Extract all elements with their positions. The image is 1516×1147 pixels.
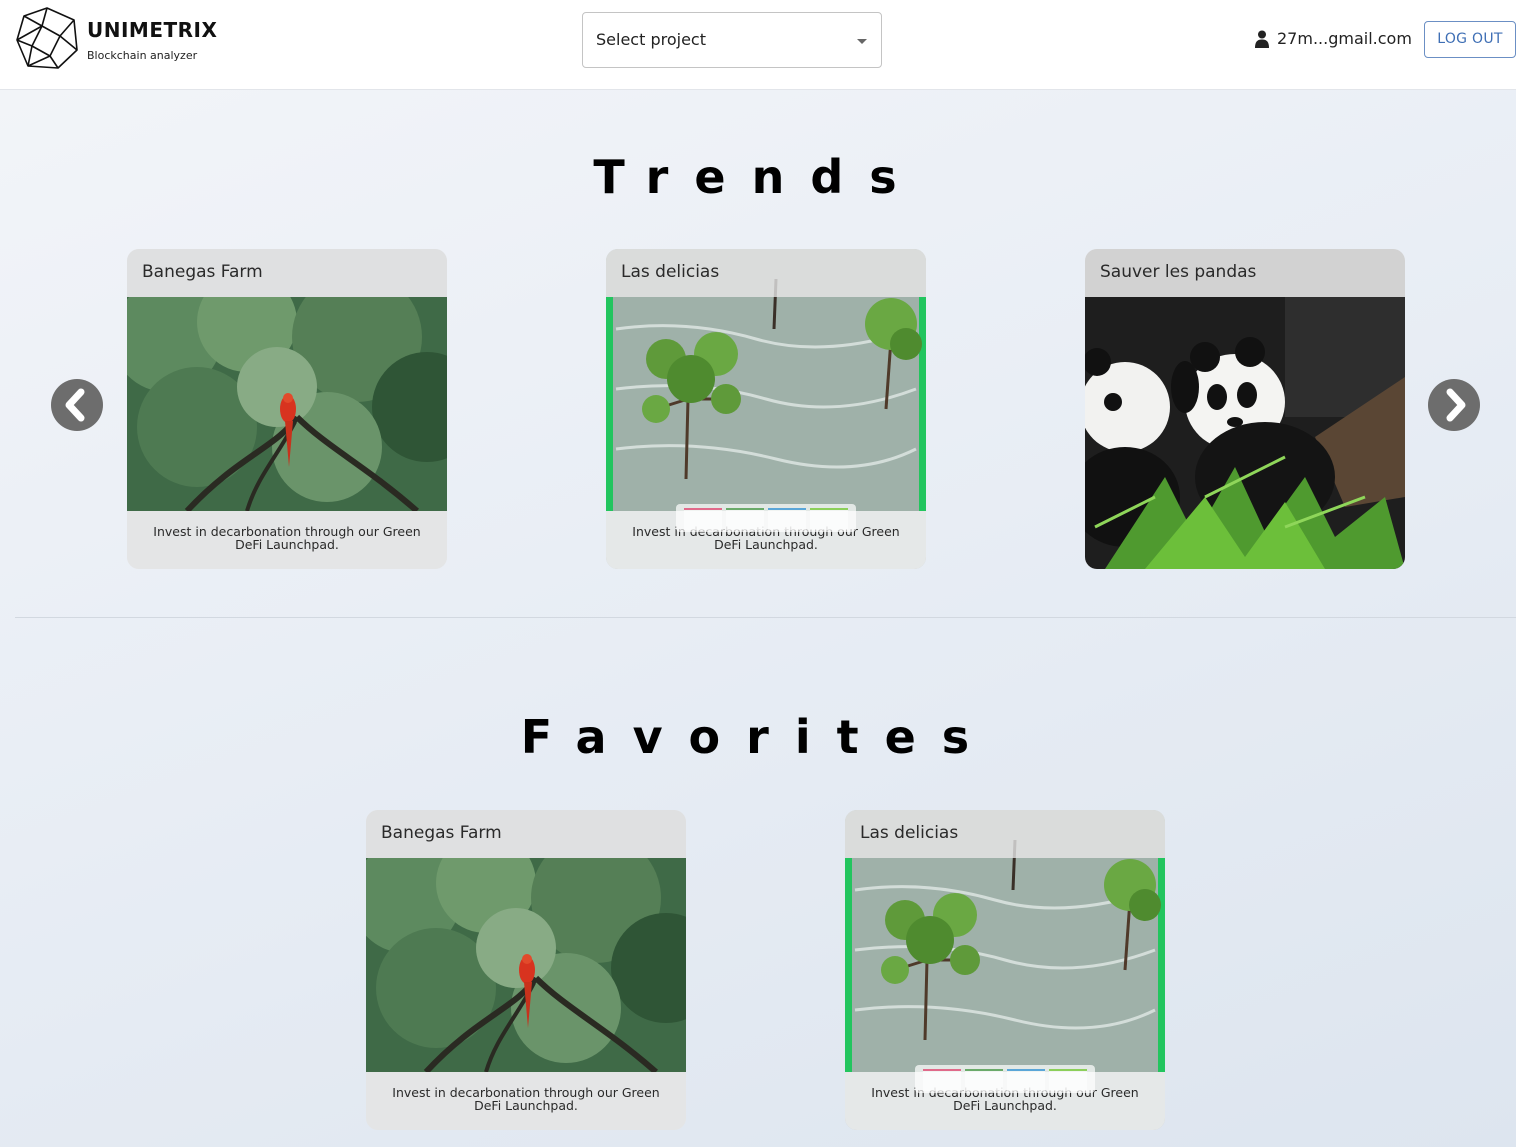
project-select[interactable]: Select project — [582, 12, 882, 68]
user-email: 27m...gmail.com — [1277, 29, 1412, 48]
badge-icon — [923, 1069, 961, 1091]
badge-icon — [1007, 1069, 1045, 1091]
badge-icon — [684, 508, 722, 530]
project-card[interactable]: Las delicias Invest in decarbonation thr… — [845, 810, 1165, 1130]
trends-title: Trends — [593, 150, 923, 204]
project-card[interactable]: Las delicias Invest in decarbonation thr… — [606, 249, 926, 569]
logo-icon[interactable] — [14, 6, 80, 72]
badge-icon — [768, 508, 806, 530]
card-image-parrot — [127, 297, 447, 511]
caret-down-icon — [857, 39, 867, 44]
section-divider — [15, 617, 1516, 618]
card-title: Las delicias — [606, 249, 926, 297]
card-description: Invest in decarbonation through our Gree… — [366, 1072, 686, 1130]
card-title: Las delicias — [845, 810, 1165, 858]
carousel-next-button[interactable] — [1428, 379, 1480, 431]
project-select-value: Select project — [596, 30, 706, 49]
brand-name: UNIMETRIX — [87, 18, 218, 42]
project-card[interactable]: Banegas Farm Invest in decarbonation thr… — [366, 810, 686, 1130]
project-card[interactable]: Banegas Farm Invest in decarbonation thr… — [127, 249, 447, 569]
badge-icon — [810, 508, 848, 530]
badge-icon — [965, 1069, 1003, 1091]
user-icon — [1255, 30, 1269, 48]
logout-button[interactable]: LOG OUT — [1424, 21, 1516, 58]
carousel-prev-button[interactable] — [51, 379, 103, 431]
card-title: Banegas Farm — [127, 249, 447, 297]
card-image-parrot — [366, 858, 686, 1072]
card-title: Banegas Farm — [366, 810, 686, 858]
project-card[interactable]: Sauver les pandas — [1085, 249, 1405, 569]
badge-strip — [915, 1065, 1095, 1093]
badge-icon — [1049, 1069, 1087, 1091]
brand-tagline: Blockchain analyzer — [87, 49, 198, 62]
card-image-pandas — [1085, 297, 1405, 569]
card-title: Sauver les pandas — [1085, 249, 1405, 297]
badge-strip — [676, 504, 856, 532]
card-description: Invest in decarbonation through our Gree… — [127, 511, 447, 569]
chevron-right-icon — [1446, 388, 1466, 422]
badge-icon — [726, 508, 764, 530]
favorites-title: Favorites — [520, 710, 996, 764]
app-header: UNIMETRIX Blockchain analyzer Select pro… — [0, 0, 1516, 90]
chevron-left-icon — [65, 388, 85, 422]
